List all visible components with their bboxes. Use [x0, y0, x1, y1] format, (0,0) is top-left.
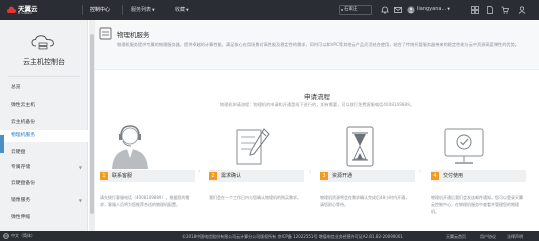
region-selector[interactable]: 石家庄	[339, 5, 372, 15]
customer-service-illustration	[100, 124, 195, 169]
cloud-logo-icon	[7, 6, 16, 13]
user-avatar-icon[interactable]	[407, 6, 415, 14]
sidebar-item-dedicated-storage[interactable]: 专属存储 ▼	[0, 162, 88, 174]
chevron-down-icon: ▼	[447, 7, 450, 11]
flow-step-provision: 3 资源开通 物理机资源将会在需求确认完成后48小时内开通，请您耐心等待。	[320, 124, 415, 224]
sidebar-item-overview[interactable]: 总览	[0, 82, 88, 94]
chevron-down-icon: ▼	[78, 198, 82, 203]
step-label-bar: 1 联系客服	[100, 170, 195, 182]
chevron-right-icon: ›	[419, 168, 422, 175]
step-label: 交付使用	[443, 173, 464, 179]
sidebar: 云主机控制台 总览 弹性云主机 云主机备份 物理机服务 云硬盘 专属存储 ▼ 云硬…	[0, 20, 88, 231]
delivery-illustration	[431, 124, 526, 169]
chevron-down-icon: ▼	[186, 8, 189, 12]
step-description: 请先拨打客服电话（4008109889），根据您的需求，客服人员将为您推荐合适的…	[100, 195, 190, 207]
step-description: 物理机开通后我们会发送邮件通知，您可以登录天翼云控制中心，在物理机服务中查看并管…	[431, 195, 523, 214]
step-description: 物理机资源将会在需求确认完成后48小时内开通，请您耐心等待。	[320, 195, 410, 207]
step-label: 资源开通	[332, 173, 353, 179]
step-number: 1	[100, 172, 108, 180]
step-description: 我们会在一个工作日内与您确认物理机的购买需求。	[209, 195, 301, 200]
chevron-right-icon: ›	[309, 168, 312, 175]
flow-step-deliver: 4 交付使用 物理机开通后我们会发送邮件通知，您可以登录天翼云控制中心，在物理机…	[431, 124, 526, 224]
brand-subtitle: e Cloud	[18, 11, 32, 15]
step-number: 2	[209, 172, 217, 180]
flow-title: 申请流程	[304, 93, 330, 101]
message-icon[interactable]	[394, 6, 402, 14]
location-icon	[341, 9, 343, 11]
sidebar-item-physical-server[interactable]: 物理机服务	[0, 130, 88, 142]
divider	[122, 5, 123, 15]
service-header: 物理机服务 物理机服务提供专属的物理服务器，提供卓越的计算性能，满足核心应用场景…	[95, 20, 539, 70]
nav-favorites[interactable]: 收藏▼	[175, 6, 189, 13]
sidebar-item-auto-scaling[interactable]: 弹性伸缩	[0, 212, 88, 224]
sidebar-item-server-backup[interactable]: 云主机备份	[0, 117, 88, 129]
chevron-down-icon: ▼	[78, 165, 82, 170]
flow-subtitle: 物理机申请流程：物理机的申请和开通是线下进行的，如有需要，可以拨打免费客服电话4…	[219, 102, 415, 107]
copyright-text: ©2018中国电信股份有限公司云计算分公司版权所有 京ICP备 12022551…	[182, 233, 403, 239]
sidebar-item-disk-backup[interactable]: 云硬盘备份	[0, 178, 88, 190]
cart-icon[interactable]	[501, 6, 509, 14]
step-number: 3	[320, 172, 328, 180]
physical-server-icon	[99, 27, 112, 40]
brand-logo[interactable]: 天翼云 e Cloud	[7, 2, 38, 18]
flow-step-confirm: 2 需求确认 我们会在一个工作日内与您确认物理机的购买需求。	[209, 124, 304, 224]
chevron-right-icon: ›	[198, 168, 201, 175]
footer-link-legal[interactable]: 法律声明	[507, 234, 523, 240]
username-menu[interactable]: liangyana...▼	[417, 6, 450, 12]
sidebar-item-image-service[interactable]: 镜像服务 ▼	[0, 195, 88, 207]
bell-icon[interactable]	[381, 6, 389, 14]
service-title: 物理机服务	[117, 31, 150, 39]
flow-step-contact: 1 联系客服 请先拨打客服电话（4008109889），根据您的需求，客服人员将…	[100, 124, 195, 224]
step-number: 4	[431, 172, 439, 180]
globe-icon	[3, 233, 9, 239]
step-label-bar: 4 交付使用	[431, 170, 526, 182]
step-label: 需求确认	[221, 173, 242, 179]
top-navigation-bar: 天翼云 e Cloud 控制中心 服务列表▼ 收藏▼ 石家庄 liangyana…	[0, 0, 539, 20]
requirement-illustration	[209, 124, 304, 169]
footer-link-home[interactable]: 天翼云首页	[446, 234, 466, 240]
divider	[82, 5, 83, 15]
sidebar-title: 云主机控制台	[23, 58, 65, 66]
grid-icon[interactable]	[471, 6, 479, 14]
nav-control-center[interactable]: 控制中心	[90, 6, 110, 13]
cloud-server-icon	[31, 35, 55, 50]
sidebar-item-elastic-server[interactable]: 弹性云主机	[0, 100, 88, 112]
footer: 中文（简体） ©2018中国电信股份有限公司云计算分公司版权所有 京ICP备 1…	[0, 231, 539, 241]
main-content: 物理机服务 物理机服务提供专属的物理服务器，提供卓越的计算性能，满足核心应用场景…	[95, 20, 539, 231]
sidebar-item-cloud-disk[interactable]: 云硬盘	[0, 147, 88, 159]
hourglass-illustration	[320, 124, 415, 169]
sidebar-collapse-handle[interactable]	[0, 135, 4, 153]
footer-link-agreement[interactable]: 用户协议	[480, 234, 496, 240]
user-icon[interactable]	[518, 6, 526, 14]
divider	[8, 76, 80, 77]
step-label: 联系客服	[112, 173, 133, 179]
step-label-bar: 3 资源开通	[320, 170, 415, 182]
chevron-down-icon: ▼	[152, 8, 155, 12]
step-label-bar: 2 需求确认	[209, 170, 304, 182]
scrollbar-thumb[interactable]	[90, 34, 94, 214]
nav-service-list[interactable]: 服务列表▼	[131, 6, 155, 13]
document-icon[interactable]	[486, 6, 494, 14]
service-description: 物理机服务提供专属的物理服务器，提供卓越的计算性能，满足核心应用场景对高性能及稳…	[117, 42, 519, 47]
language-selector[interactable]: 中文（简体）	[11, 233, 35, 239]
